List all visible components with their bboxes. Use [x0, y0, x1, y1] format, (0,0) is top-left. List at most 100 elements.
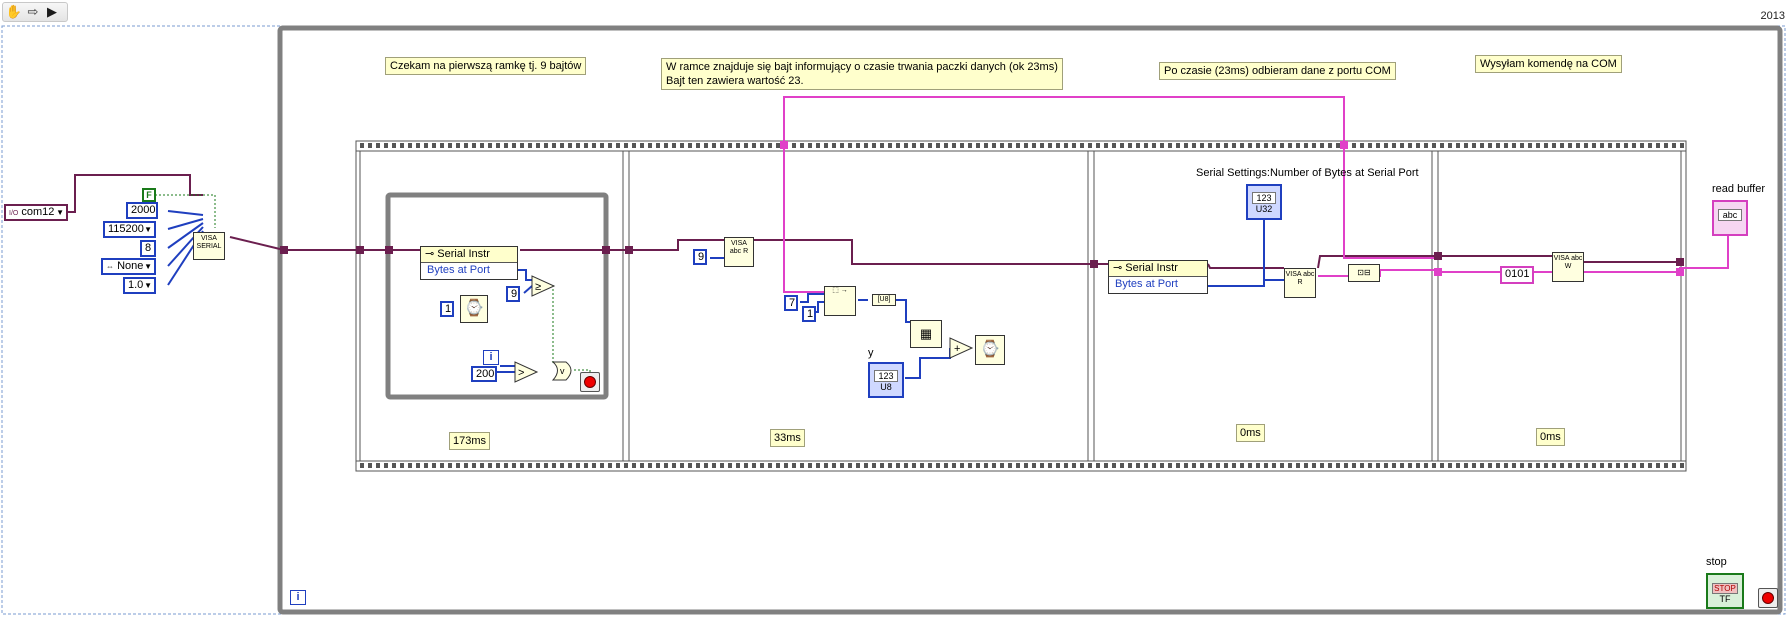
film-hole — [512, 463, 516, 468]
film-hole — [880, 463, 884, 468]
string-subset-function[interactable]: ⬚ → — [824, 286, 856, 316]
baud-rate-control[interactable]: 115200 ▼ — [103, 221, 156, 238]
film-hole — [1256, 143, 1260, 148]
film-hole — [1072, 143, 1076, 148]
string-to-byte-array[interactable]: [U8] — [872, 294, 896, 306]
film-hole — [1016, 143, 1020, 148]
chevron-down-icon[interactable]: ▼ — [144, 223, 152, 236]
film-hole — [624, 463, 628, 468]
clock-icon: ⌚ — [980, 341, 1000, 358]
film-hole — [1656, 143, 1660, 148]
while-loop-condition-terminal[interactable] — [1758, 588, 1778, 608]
film-hole — [1632, 463, 1636, 468]
film-hole — [1520, 143, 1524, 148]
film-hole — [1368, 463, 1372, 468]
film-hole — [528, 463, 532, 468]
bytes-at-port-value: 123 — [1252, 192, 1276, 204]
visa-configure-serial-port[interactable]: VISA SERIAL — [193, 232, 225, 260]
film-hole — [1184, 143, 1188, 148]
property-node-frame3[interactable]: ⊸ Serial Instr Bytes at Port — [1108, 260, 1208, 294]
film-hole — [1304, 463, 1308, 468]
svg-text:≥: ≥ — [535, 281, 541, 293]
film-hole — [456, 143, 460, 148]
property-node-class-text: Serial Instr — [1125, 262, 1178, 274]
property-node-class-text: Serial Instr — [437, 248, 490, 260]
film-hole — [1040, 463, 1044, 468]
film-hole — [1464, 463, 1468, 468]
bool-wire — [151, 194, 591, 380]
write-string-constant[interactable]: 0101 — [1500, 266, 1534, 284]
data-bits-control[interactable]: 8 — [140, 240, 156, 257]
chevron-down-icon[interactable]: ▼ — [144, 279, 152, 292]
film-hole — [1344, 463, 1348, 468]
visa-read-function-2[interactable]: VISA abc R — [1284, 268, 1316, 298]
film-hole — [672, 143, 676, 148]
film-hole — [1352, 463, 1356, 468]
film-hole — [688, 463, 692, 468]
false-constant[interactable]: F — [142, 188, 156, 202]
film-hole — [400, 143, 404, 148]
film-hole — [1000, 143, 1004, 148]
loop-condition-terminal[interactable] — [580, 372, 600, 392]
film-hole — [1024, 143, 1028, 148]
film-hole — [416, 463, 420, 468]
subset-length-constant[interactable]: 1 — [802, 306, 816, 322]
film-hole — [1264, 143, 1268, 148]
iteration-limit-constant[interactable]: 200 — [471, 366, 497, 382]
film-hole — [1488, 143, 1492, 148]
visa-read-function[interactable]: VISA abc R — [724, 237, 754, 267]
film-hole — [712, 143, 716, 148]
flush-buffer-function[interactable]: ⊡⊟ — [1348, 264, 1380, 282]
film-hole — [1440, 463, 1444, 468]
wait-ms-function[interactable]: ⌚ — [460, 295, 488, 323]
note-frame3: Po czasie (23ms) odbieram dane z portu C… — [1159, 62, 1396, 80]
parity-control[interactable]: ⇔ None ▼ — [101, 258, 156, 275]
film-hole — [1224, 463, 1228, 468]
read-count-constant[interactable]: 9 — [693, 249, 707, 265]
film-hole — [952, 463, 956, 468]
film-hole — [1416, 463, 1420, 468]
film-hole — [1248, 463, 1252, 468]
film-hole — [472, 463, 476, 468]
film-hole — [1296, 463, 1300, 468]
film-hole — [560, 463, 564, 468]
film-hole — [1680, 463, 1684, 468]
film-hole — [1544, 463, 1548, 468]
film-hole — [400, 463, 404, 468]
block-diagram-canvas: ≥ > v + — [1, 25, 1786, 615]
film-hole — [616, 463, 620, 468]
compare-constant[interactable]: 9 — [506, 286, 520, 302]
film-hole — [536, 463, 540, 468]
film-hole — [1640, 463, 1644, 468]
visa-write-function[interactable]: VISA abc W — [1552, 252, 1584, 282]
film-hole — [696, 463, 700, 468]
wait-ms-function-2[interactable]: ⌚ — [975, 335, 1005, 365]
greater-function: > — [514, 361, 539, 383]
film-hole — [712, 463, 716, 468]
film-hole — [832, 463, 836, 468]
film-hole — [1592, 463, 1596, 468]
wait-constant[interactable]: 1 — [440, 301, 454, 317]
film-hole — [1648, 143, 1652, 148]
film-hole — [656, 143, 660, 148]
film-hole — [1168, 463, 1172, 468]
film-hole — [1048, 463, 1052, 468]
film-hole — [608, 143, 612, 148]
film-hole — [1112, 143, 1116, 148]
bytes-at-port-indicator: 123 U32 — [1246, 184, 1282, 220]
visa-resource-control[interactable]: I/O com12 ▼ — [4, 204, 68, 221]
stop-button-terminal[interactable]: STOP TF — [1706, 573, 1744, 609]
property-node-frame1[interactable]: ⊸ Serial Instr Bytes at Port — [420, 246, 518, 280]
film-hole — [704, 143, 708, 148]
film-hole — [1208, 463, 1212, 468]
subset-offset-constant[interactable]: 7 — [784, 295, 798, 311]
stop-bits-control[interactable]: 1.0 ▼ — [123, 277, 156, 294]
chevron-down-icon[interactable]: ▼ — [56, 206, 64, 219]
index-array-function[interactable]: ▦ — [910, 320, 942, 348]
film-hole — [624, 143, 628, 148]
film-hole — [440, 463, 444, 468]
film-hole — [1112, 463, 1116, 468]
chevron-down-icon[interactable]: ▼ — [144, 260, 152, 273]
film-hole — [1200, 143, 1204, 148]
timeout-control[interactable]: 2000 — [126, 202, 158, 219]
